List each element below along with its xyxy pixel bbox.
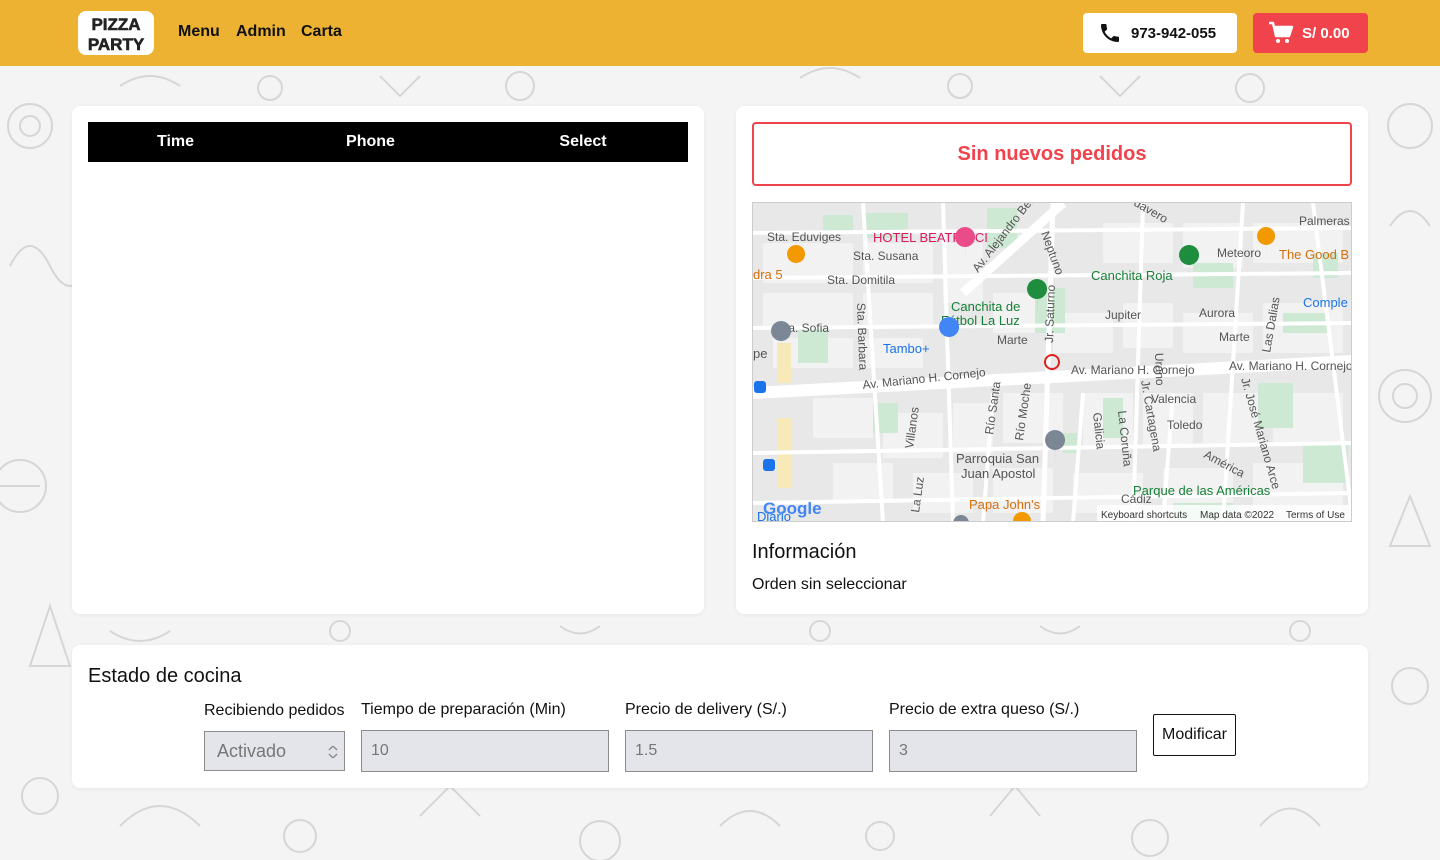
map-label: Palmeras (1299, 214, 1350, 228)
kitchen-status-panel: Estado de cocina Recibiendo pedidos Acti… (72, 645, 1368, 788)
map-label: Comple (1303, 295, 1348, 310)
cart-button[interactable]: S/ 0.00 (1253, 13, 1368, 53)
map-label: dra 5 (753, 267, 783, 282)
map-label: Marte (1219, 330, 1250, 344)
map-label: Valencia (1151, 392, 1196, 406)
map-label: Parque de las Américas (1133, 483, 1271, 498)
extra-cheese-price-input[interactable]: 3 (889, 730, 1137, 772)
select-arrows-icon (328, 746, 338, 758)
map-label: pe (753, 346, 767, 361)
phone-number: 973-942-055 (1131, 24, 1217, 42)
map-label: Marte (997, 333, 1028, 347)
map-label: Meteoro (1217, 246, 1261, 260)
modify-button[interactable]: Modificar (1153, 714, 1236, 756)
google-logo: Google (763, 499, 822, 518)
pizza-party-logo[interactable]: PIZZA PARTY (76, 9, 158, 58)
nav-carta[interactable]: Carta (301, 23, 342, 41)
extra-cheese-price-label: Precio de extra queso (S/.) (889, 701, 1080, 718)
orders-table: Time Phone Select (88, 122, 688, 162)
map-label: Av. Mariano H. Cornejo (1229, 359, 1352, 373)
prep-time-input[interactable]: 10 (361, 730, 609, 772)
svg-text:PIZZA: PIZZA (91, 15, 140, 34)
nav-admin[interactable]: Admin (236, 23, 286, 41)
map-label: The Good B (1279, 247, 1349, 262)
orders-table-header: Time Phone Select (88, 122, 688, 162)
map-label: Sta. Susana (853, 249, 919, 263)
map-label: Toledo (1167, 418, 1203, 432)
orders-panel: Time Phone Select (72, 106, 704, 614)
map-view[interactable]: Sta. Eduviges Sta. Susana Sta. Domitila … (752, 202, 1352, 522)
map-label: Sta. Eduviges (767, 230, 841, 244)
map-data-credit: Map data ©2022 (1200, 510, 1275, 521)
cart-icon (1269, 21, 1294, 43)
map-terms-link[interactable]: Terms of Use (1286, 510, 1345, 521)
map-label: Jupiter (1105, 308, 1141, 322)
map-label: Sta. Domitila (827, 273, 895, 287)
map-label: Canchita Roja (1091, 268, 1173, 283)
prep-time-label: Tiempo de preparación (Min) (361, 701, 566, 718)
map-label: Sta. Barbara (854, 303, 870, 371)
map-label: Aurora (1199, 306, 1235, 320)
receiving-orders-value: Activado (217, 740, 287, 761)
no-orders-alert: Sin nuevos pedidos (752, 122, 1352, 186)
kitchen-title: Estado de cocina (88, 665, 242, 687)
delivery-price-label: Precio de delivery (S/.) (625, 701, 787, 718)
column-select: Select (478, 122, 688, 162)
top-header: PIZZA PARTY Menu Admin Carta 973-942-055… (0, 0, 1440, 66)
map-label: Av. Mariano H. Cornejo (1071, 363, 1195, 377)
column-phone: Phone (263, 122, 478, 162)
nav-menu[interactable]: Menu (178, 23, 220, 41)
map-label: Canchita de (951, 299, 1020, 314)
info-title: Información (752, 541, 857, 563)
phone-button[interactable]: 973-942-055 (1083, 13, 1237, 53)
map-label: Parroquia San (956, 451, 1039, 466)
cart-total: S/ 0.00 (1302, 24, 1350, 42)
svg-text:PARTY: PARTY (88, 35, 145, 54)
receiving-orders-select[interactable]: Activado (204, 731, 345, 771)
map-label: Papa John's (969, 497, 1041, 512)
info-text: Orden sin seleccionar (752, 576, 907, 593)
delivery-price-input[interactable]: 1.5 (625, 730, 873, 772)
map-label: Tambo+ (883, 341, 930, 356)
map-keyboard-shortcuts-link[interactable]: Keyboard shortcuts (1101, 510, 1187, 521)
phone-icon (1101, 24, 1119, 42)
column-time: Time (88, 122, 263, 162)
map-label: Juan Apostol (961, 466, 1036, 481)
receiving-orders-label: Recibiendo pedidos (204, 702, 345, 719)
order-info-panel: Sin nuevos pedidos Sta. Eduviges Sta. Su… (736, 106, 1368, 614)
